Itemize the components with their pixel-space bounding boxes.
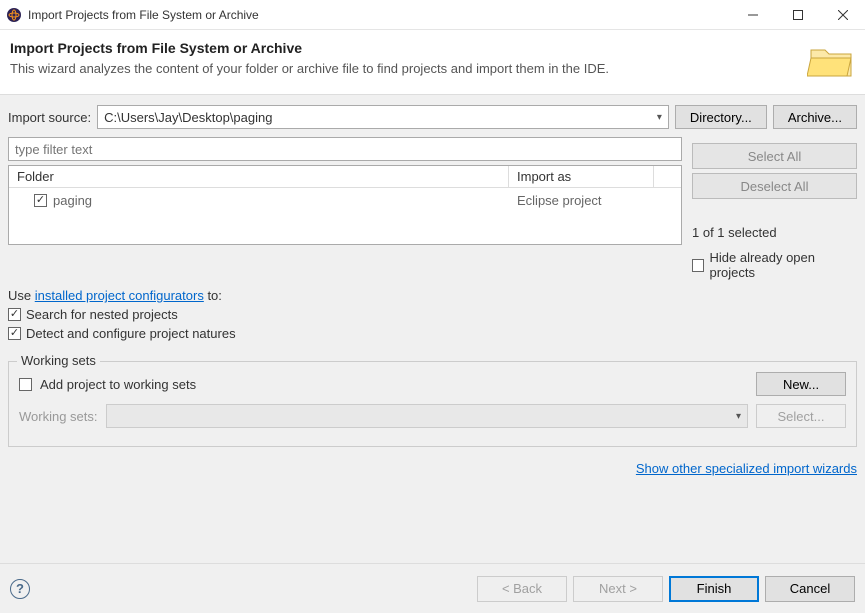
working-sets-group: Working sets Add project to working sets… bbox=[8, 361, 857, 447]
chevron-down-icon: ▾ bbox=[657, 112, 662, 123]
table-header: Folder Import as bbox=[9, 166, 681, 188]
import-source-label: Import source: bbox=[8, 110, 91, 125]
import-source-row: Import source: C:\Users\Jay\Desktop\pagi… bbox=[8, 105, 857, 129]
minimize-button[interactable] bbox=[730, 0, 775, 30]
finish-button[interactable]: Finish bbox=[669, 576, 759, 602]
directory-button[interactable]: Directory... bbox=[675, 105, 767, 129]
row-import-as: Eclipse project bbox=[509, 191, 654, 210]
import-source-combo[interactable]: C:\Users\Jay\Desktop\paging ▾ bbox=[97, 105, 669, 129]
hide-open-label: Hide already open projects bbox=[709, 250, 857, 280]
projects-area: Folder Import as paging Eclipse project … bbox=[8, 137, 857, 280]
page-title: Import Projects from File System or Arch… bbox=[10, 40, 797, 56]
wizard-content: Import source: C:\Users\Jay\Desktop\pagi… bbox=[0, 94, 865, 563]
working-sets-label: Working sets: bbox=[19, 409, 98, 424]
detect-natures-label: Detect and configure project natures bbox=[26, 326, 236, 341]
select-all-button[interactable]: Select All bbox=[692, 143, 857, 169]
add-working-set-checkbox[interactable] bbox=[19, 378, 32, 391]
table-row[interactable]: paging Eclipse project bbox=[9, 188, 681, 212]
nested-projects-label: Search for nested projects bbox=[26, 307, 178, 322]
page-description: This wizard analyzes the content of your… bbox=[10, 61, 797, 76]
column-spacer bbox=[654, 166, 681, 188]
window-title: Import Projects from File System or Arch… bbox=[28, 8, 730, 22]
wizard-footer: ? < Back Next > Finish Cancel bbox=[0, 563, 865, 613]
add-working-set-label: Add project to working sets bbox=[40, 377, 748, 392]
row-checkbox[interactable] bbox=[34, 194, 47, 207]
close-button[interactable] bbox=[820, 0, 865, 30]
configurators-link[interactable]: installed project configurators bbox=[35, 288, 204, 303]
column-import-as[interactable]: Import as bbox=[509, 166, 654, 188]
nested-projects-row: Search for nested projects bbox=[8, 307, 857, 322]
folder-import-icon bbox=[807, 40, 855, 80]
help-icon[interactable]: ? bbox=[10, 579, 30, 599]
working-sets-combo: ▾ bbox=[106, 404, 748, 428]
show-other-row: Show other specialized import wizards bbox=[8, 461, 857, 476]
deselect-all-button[interactable]: Deselect All bbox=[692, 173, 857, 199]
eclipse-icon bbox=[6, 7, 22, 23]
title-bar: Import Projects from File System or Arch… bbox=[0, 0, 865, 30]
wizard-header: Import Projects from File System or Arch… bbox=[0, 30, 865, 94]
cancel-button[interactable]: Cancel bbox=[765, 576, 855, 602]
selection-side: Select All Deselect All 1 of 1 selected … bbox=[692, 137, 857, 280]
hide-open-checkbox[interactable] bbox=[692, 259, 704, 272]
import-source-value: C:\Users\Jay\Desktop\paging bbox=[104, 110, 272, 125]
next-button: Next > bbox=[573, 576, 663, 602]
hide-open-row: Hide already open projects bbox=[692, 250, 857, 280]
projects-table: Folder Import as paging Eclipse project bbox=[8, 165, 682, 245]
select-working-set-button: Select... bbox=[756, 404, 846, 428]
maximize-button[interactable] bbox=[775, 0, 820, 30]
working-sets-legend: Working sets bbox=[17, 353, 100, 368]
nested-projects-checkbox[interactable] bbox=[8, 308, 21, 321]
archive-button[interactable]: Archive... bbox=[773, 105, 857, 129]
selection-count: 1 of 1 selected bbox=[692, 225, 857, 240]
window-controls bbox=[730, 0, 865, 30]
column-folder[interactable]: Folder bbox=[9, 166, 509, 188]
detect-natures-checkbox[interactable] bbox=[8, 327, 21, 340]
configurators-text: Use installed project configurators to: bbox=[8, 288, 857, 303]
row-folder-name: paging bbox=[53, 193, 92, 208]
show-other-link[interactable]: Show other specialized import wizards bbox=[636, 461, 857, 476]
back-button: < Back bbox=[477, 576, 567, 602]
chevron-down-icon: ▾ bbox=[736, 411, 741, 422]
filter-input[interactable] bbox=[8, 137, 682, 161]
new-working-set-button[interactable]: New... bbox=[756, 372, 846, 396]
detect-natures-row: Detect and configure project natures bbox=[8, 326, 857, 341]
